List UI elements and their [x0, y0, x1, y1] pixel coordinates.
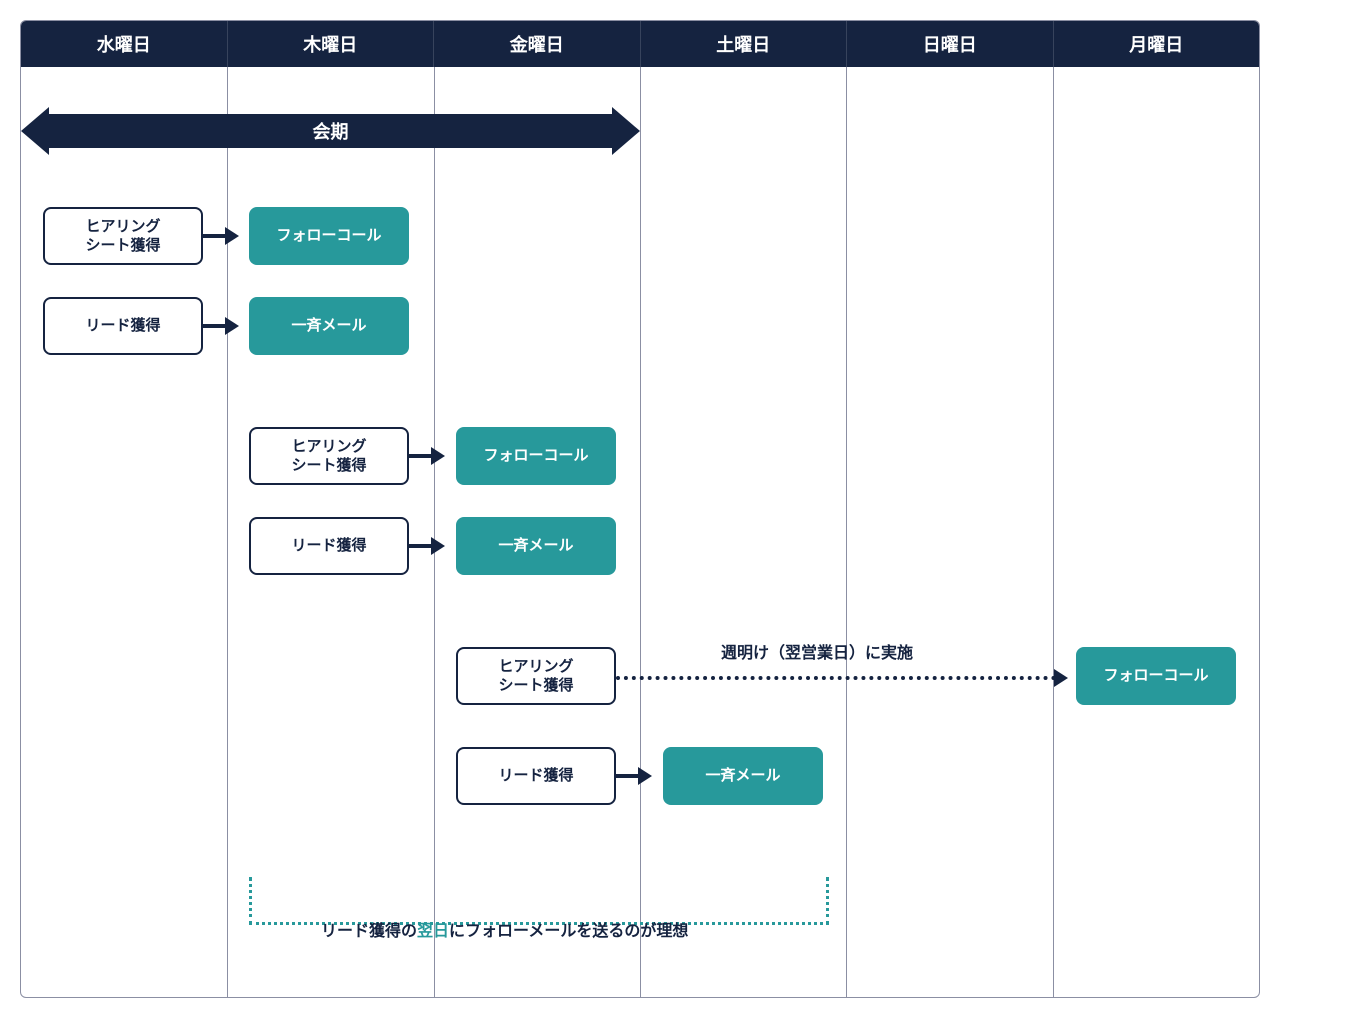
bracket-text-pre: リード獲得の: [321, 923, 417, 940]
arrow-right-icon: [612, 107, 640, 155]
task-bulkmail-thu: 一斉メール: [249, 297, 409, 355]
day-header: 木曜日: [228, 21, 435, 67]
dotted-arrow-connector: [616, 676, 1056, 680]
task-hearing-wed: ヒアリング シート獲得: [43, 207, 203, 265]
bracket-text-highlight: 翌日: [417, 923, 449, 940]
day-header: 日曜日: [847, 21, 1054, 67]
day-header: 土曜日: [641, 21, 848, 67]
bracket-label: リード獲得の翌日にフォローメールを送るのが理想: [321, 917, 688, 941]
task-followcall-mon: フォローコール: [1076, 647, 1236, 705]
bracket-text-post: にフォローメールを送るのが理想: [449, 923, 688, 940]
task-lead-wed: リード獲得: [43, 297, 203, 355]
task-hearing-thu: ヒアリング シート獲得: [249, 427, 409, 485]
column-divider: [640, 67, 641, 997]
column-divider: [1053, 67, 1054, 997]
day-header: 水曜日: [21, 21, 228, 67]
arrow-left-icon: [21, 107, 49, 155]
chart-body: 会期 ヒアリング シート獲得 フォローコール リード獲得 一斉メール ヒアリング…: [21, 67, 1259, 997]
next-business-day-note: 週明け（翌営業日）に実施: [721, 639, 913, 663]
arrow-connector: [203, 324, 229, 328]
arrow-connector: [409, 544, 435, 548]
task-bulkmail-fri: 一斉メール: [456, 517, 616, 575]
arrow-connector: [203, 234, 229, 238]
column-divider: [434, 67, 435, 997]
session-period-label: 会期: [49, 114, 612, 148]
task-lead-fri: リード獲得: [456, 747, 616, 805]
session-period-bar: 会期: [21, 107, 640, 155]
column-divider: [227, 67, 228, 997]
schedule-chart: 水曜日 木曜日 金曜日 土曜日 日曜日 月曜日 会期 ヒアリング シート獲得 フ…: [20, 20, 1260, 998]
day-header: 月曜日: [1054, 21, 1260, 67]
day-header: 金曜日: [434, 21, 641, 67]
task-bulkmail-sat: 一斉メール: [663, 747, 823, 805]
task-lead-thu: リード獲得: [249, 517, 409, 575]
arrow-connector: [409, 454, 435, 458]
task-followcall-fri: フォローコール: [456, 427, 616, 485]
task-hearing-fri: ヒアリング シート獲得: [456, 647, 616, 705]
column-divider: [846, 67, 847, 997]
day-header-row: 水曜日 木曜日 金曜日 土曜日 日曜日 月曜日: [21, 21, 1259, 67]
task-followcall-thu: フォローコール: [249, 207, 409, 265]
arrow-connector: [616, 774, 642, 778]
